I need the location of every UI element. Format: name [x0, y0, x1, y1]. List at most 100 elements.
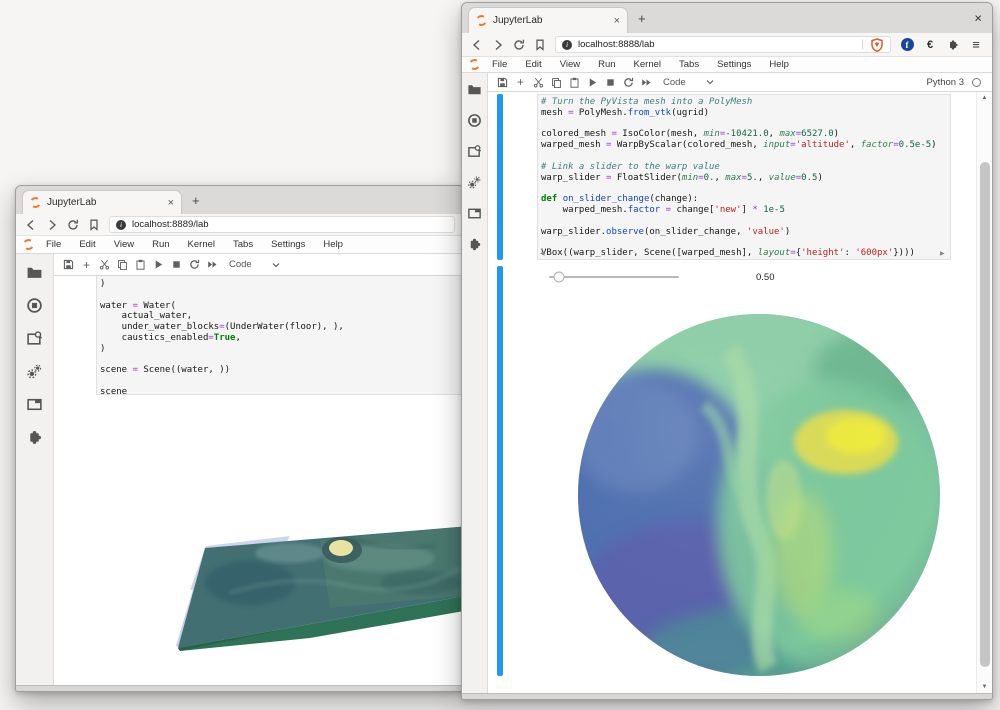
site-info-icon[interactable]: i	[116, 220, 126, 230]
menu-item[interactable]: Kernel	[625, 59, 670, 70]
commands-icon[interactable]	[467, 175, 482, 190]
menu-item[interactable]: View	[105, 239, 143, 250]
notebook-scrollbar[interactable]: ▲ ▼	[976, 92, 992, 693]
running-sessions-icon[interactable]	[26, 297, 43, 314]
slider-handle[interactable]	[554, 272, 565, 283]
add-cell-icon[interactable]: +	[79, 258, 94, 271]
new-tab-button[interactable]: +	[638, 11, 646, 26]
cell-input-collapser[interactable]	[497, 94, 503, 260]
fast-forward-icon[interactable]	[639, 76, 654, 89]
menu-item[interactable]: Help	[760, 59, 798, 70]
menu-item[interactable]: Kernel	[179, 239, 224, 250]
menu-hamburger-icon[interactable]: ≡	[969, 38, 983, 52]
browser-tab[interactable]: JupyterLab ×	[468, 7, 628, 33]
jupyter-logo-icon	[468, 58, 481, 71]
new-tab-button[interactable]: +	[192, 193, 200, 208]
scrollbar-thumb[interactable]	[980, 162, 990, 667]
file-browser-icon[interactable]	[26, 264, 43, 281]
cut-icon[interactable]	[531, 76, 546, 89]
run-icon[interactable]	[151, 258, 166, 271]
open-tabs-icon[interactable]	[26, 396, 43, 413]
code-editor[interactable]: ) water = Water( actual_water, under_wat…	[100, 279, 344, 398]
tab-close-icon[interactable]: ×	[168, 197, 174, 209]
menu-item[interactable]: Run	[589, 59, 624, 70]
menu-item[interactable]: Run	[143, 239, 178, 250]
kernel-name[interactable]: Python 3	[927, 77, 965, 88]
paste-icon[interactable]	[567, 76, 582, 89]
chevron-down-icon[interactable]	[269, 258, 284, 271]
cell-type-dropdown[interactable]: Code	[663, 77, 686, 88]
bookmark-icon[interactable]	[534, 39, 546, 51]
browser-tab[interactable]: JupyterLab ×	[22, 190, 182, 214]
cell-type-dropdown[interactable]: Code	[229, 259, 252, 270]
menu-item[interactable]: File	[483, 59, 516, 70]
tab-close-icon[interactable]: ×	[614, 15, 620, 27]
property-inspector-icon[interactable]	[26, 330, 43, 347]
commands-icon[interactable]	[26, 363, 43, 380]
extension-manager-icon[interactable]	[26, 429, 43, 446]
browser-toolbar: i localhost:8888/lab | f € ≡	[462, 33, 992, 57]
menu-item[interactable]: Tabs	[670, 59, 708, 70]
menu-item[interactable]: Edit	[70, 239, 104, 250]
extension-manager-icon[interactable]	[467, 237, 482, 252]
cell-hscroll-right-arrow[interactable]: ▶	[940, 250, 945, 257]
url-bar[interactable]: i localhost:8889/lab	[109, 216, 455, 233]
property-inspector-icon[interactable]	[467, 144, 482, 159]
notebook-content[interactable]: ) water = Water( actual_water, under_wat…	[54, 276, 464, 685]
bookmark-icon[interactable]	[88, 219, 100, 231]
cut-icon[interactable]	[97, 258, 112, 271]
file-browser-icon[interactable]	[467, 82, 482, 97]
cell-output-collapser[interactable]	[497, 266, 503, 676]
menu-item[interactable]: View	[551, 59, 589, 70]
browser-tab-bar: JupyterLab × +	[16, 186, 464, 214]
menu-item[interactable]: Settings	[262, 239, 314, 250]
browser-window-back[interactable]: JupyterLab × + i localhost:8889/lab File…	[15, 185, 465, 692]
copy-icon[interactable]	[549, 76, 564, 89]
browser-window-front[interactable]: JupyterLab × + × i localhost:8888/lab | …	[461, 2, 993, 700]
restart-kernel-icon[interactable]	[187, 258, 202, 271]
menu-item[interactable]: Settings	[708, 59, 760, 70]
chevron-down-icon[interactable]	[703, 76, 718, 89]
notebook-content[interactable]: # Turn the PyVista mesh into a PolyMeshm…	[488, 92, 992, 693]
code-editor[interactable]: # Turn the PyVista mesh into a PolyMeshm…	[541, 97, 937, 259]
save-icon[interactable]	[61, 258, 76, 271]
site-info-icon[interactable]: i	[562, 40, 572, 50]
window-close-button[interactable]: ×	[974, 11, 982, 26]
save-icon[interactable]	[495, 76, 510, 89]
restart-kernel-icon[interactable]	[621, 76, 636, 89]
forward-icon[interactable]	[492, 39, 504, 51]
extension-f-icon[interactable]: f	[900, 38, 914, 52]
back-icon[interactable]	[471, 39, 483, 51]
menu-item[interactable]: Help	[314, 239, 352, 250]
reload-icon[interactable]	[513, 39, 525, 51]
menu-item[interactable]: Edit	[516, 59, 550, 70]
browser-tab-bar: JupyterLab × + ×	[462, 3, 992, 33]
paste-icon[interactable]	[133, 258, 148, 271]
scroll-up-icon[interactable]: ▲	[977, 95, 992, 101]
url-bar[interactable]: i localhost:8888/lab |	[555, 36, 891, 53]
scroll-down-icon[interactable]: ▼	[977, 684, 992, 690]
notebook-toolbar: + Code	[54, 254, 464, 276]
menu-item[interactable]: Tabs	[224, 239, 262, 250]
back-icon[interactable]	[25, 219, 37, 231]
fast-forward-icon[interactable]	[205, 258, 220, 271]
running-sessions-icon[interactable]	[467, 113, 482, 128]
extensions-puzzle-icon[interactable]	[946, 38, 960, 52]
reload-icon[interactable]	[67, 219, 79, 231]
run-icon[interactable]	[585, 76, 600, 89]
forward-icon[interactable]	[46, 219, 58, 231]
add-cell-icon[interactable]: +	[513, 76, 528, 89]
globe-visualization[interactable]	[574, 310, 944, 680]
extension-euro-icon[interactable]: €	[923, 38, 937, 52]
stop-icon[interactable]	[169, 258, 184, 271]
cell-hscroll-left-arrow[interactable]: ◀	[540, 250, 545, 257]
shield-icon[interactable]	[870, 38, 884, 52]
stop-icon[interactable]	[603, 76, 618, 89]
tab-title: JupyterLab	[47, 197, 96, 208]
menu-item[interactable]: File	[37, 239, 70, 250]
water-scene-visualization[interactable]	[170, 498, 464, 663]
url-text: localhost:8889/lab	[132, 219, 209, 230]
copy-icon[interactable]	[115, 258, 130, 271]
open-tabs-icon[interactable]	[467, 206, 482, 221]
slider-track[interactable]	[549, 276, 679, 278]
